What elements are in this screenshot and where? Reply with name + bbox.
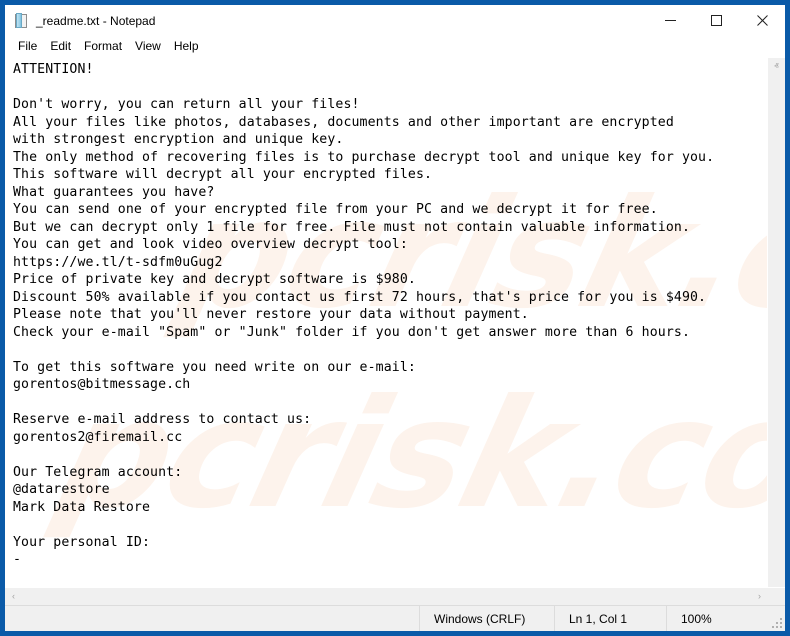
vertical-scroll-track[interactable] [768, 75, 785, 570]
minimize-button[interactable] [647, 5, 693, 36]
maximize-icon [711, 15, 722, 26]
text-editor[interactable]: pcrisk.com pcrisk.com ATTENTION! Don't w… [5, 58, 767, 587]
horizontal-scrollbar[interactable]: ‹ › [5, 587, 785, 605]
status-bar: Windows (CRLF) Ln 1, Col 1 100% [5, 605, 785, 631]
scrollbar-corner [768, 588, 785, 605]
menu-item-help[interactable]: Help [168, 37, 206, 57]
status-line-ending: Windows (CRLF) [419, 606, 554, 631]
menu-item-format[interactable]: Format [78, 37, 129, 57]
scroll-down-arrow[interactable]: ⱟ [768, 570, 785, 587]
notepad-icon [13, 13, 29, 29]
scroll-right-arrow[interactable]: › [751, 588, 768, 605]
editor-row: pcrisk.com pcrisk.com ATTENTION! Don't w… [5, 58, 785, 587]
menu-item-file[interactable]: File [12, 37, 44, 57]
vertical-scrollbar[interactable]: ⱏ ⱟ [767, 58, 785, 587]
horizontal-scroll-track[interactable] [22, 588, 751, 605]
minimize-icon [665, 15, 676, 26]
menu-item-view[interactable]: View [129, 37, 168, 57]
notepad-window: _readme.txt - Notepad File Edit Format V… [0, 0, 790, 636]
close-button[interactable] [739, 5, 785, 36]
scroll-left-arrow[interactable]: ‹ [5, 588, 22, 605]
status-zoom-level: 100% [666, 606, 769, 631]
ransom-note-text: ATTENTION! Don't worry, you can return a… [5, 58, 767, 569]
editor-area: pcrisk.com pcrisk.com ATTENTION! Don't w… [5, 58, 785, 605]
maximize-button[interactable] [693, 5, 739, 36]
title-bar[interactable]: _readme.txt - Notepad [5, 5, 785, 36]
title-bar-left: _readme.txt - Notepad [5, 13, 647, 29]
window-controls [647, 5, 785, 36]
status-cursor-position: Ln 1, Col 1 [554, 606, 666, 631]
resize-grip[interactable] [769, 606, 785, 631]
window-title: _readme.txt - Notepad [36, 13, 155, 29]
menu-item-edit[interactable]: Edit [44, 37, 78, 57]
close-icon [757, 15, 768, 26]
menu-bar: File Edit Format View Help [5, 36, 785, 58]
scroll-up-arrow[interactable]: ⱏ [768, 58, 785, 75]
